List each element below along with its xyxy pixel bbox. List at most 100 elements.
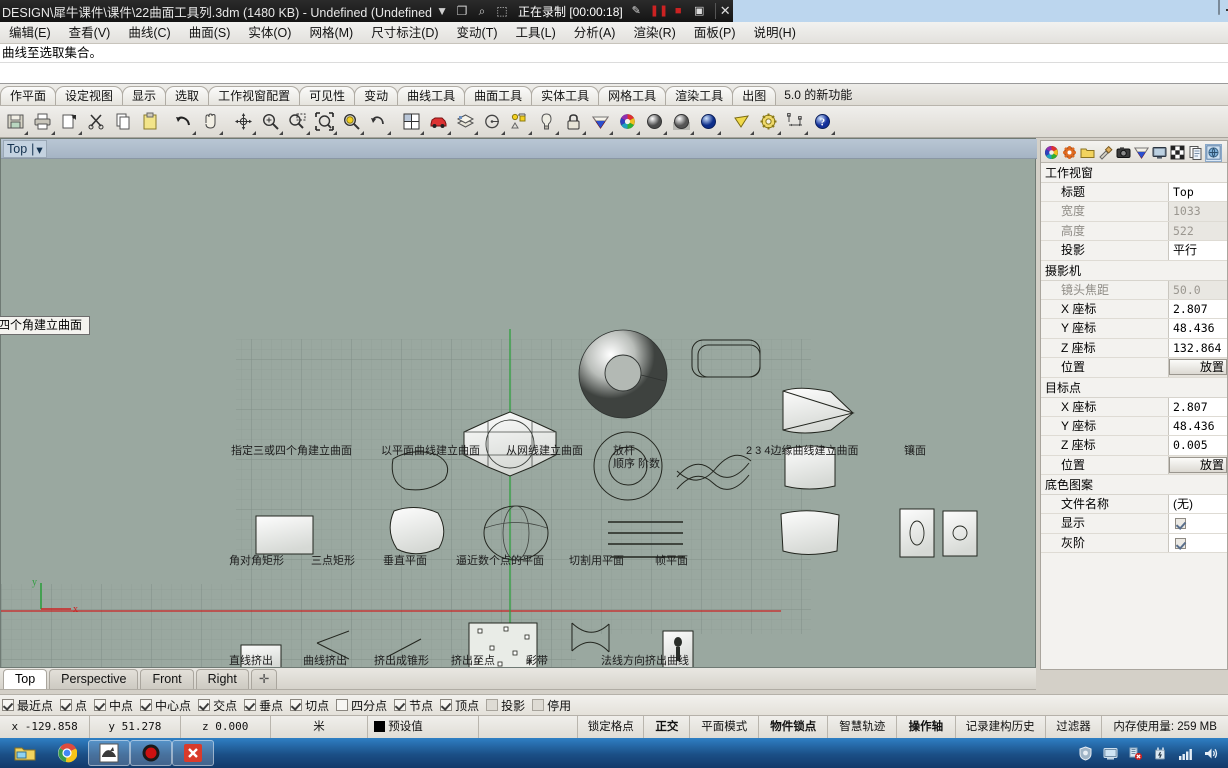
menu-item-render[interactable]: 渲染(R) — [624, 22, 684, 44]
osnap-perpendicular[interactable]: 垂点 — [244, 697, 283, 714]
viewport-layout-icon[interactable] — [398, 108, 425, 136]
property-value[interactable]: (无) — [1169, 495, 1227, 514]
display-brush-icon[interactable] — [1097, 144, 1114, 162]
osnap-quadrant[interactable]: 四分点 — [336, 697, 387, 714]
tab-mesh-tools[interactable]: 网格工具 — [598, 86, 667, 105]
color-wheel-icon[interactable] — [1043, 144, 1060, 162]
property-row[interactable]: X 座标 2.807 — [1041, 299, 1227, 320]
close-recorder-icon[interactable]: ✕ — [714, 3, 731, 19]
tab-select[interactable]: 选取 — [165, 86, 210, 105]
viewport-canvas[interactable]: y x 指定三或四个角建立曲面 以平面曲线建立曲面 从网线建立曲面 放杆 顺序 … — [1, 159, 1035, 667]
property-row[interactable]: Z 座标 132.864 — [1041, 338, 1227, 359]
rotate-view-icon[interactable] — [365, 108, 392, 136]
property-row[interactable]: 投影 平行 — [1041, 241, 1227, 261]
properties-icon[interactable] — [1061, 144, 1078, 162]
property-row[interactable]: 标题 Top — [1041, 183, 1227, 203]
tab-render-tools[interactable]: 渲染工具 — [665, 86, 734, 105]
chevron-down-icon[interactable]: ▼ — [432, 4, 452, 18]
property-value[interactable]: 0.005 — [1169, 436, 1227, 455]
status-filter[interactable]: 过滤器 — [1046, 716, 1103, 738]
tab-set-view[interactable]: 设定视图 — [55, 86, 124, 105]
menu-item-mesh[interactable]: 网格(M) — [300, 22, 362, 44]
osnap-tangent[interactable]: 切点 — [290, 697, 329, 714]
menu-item-curve[interactable]: 曲线(C) — [119, 22, 179, 44]
paste-icon[interactable] — [137, 108, 164, 136]
command-input[interactable] — [0, 63, 1228, 83]
tab-surface-tools[interactable]: 曲面工具 — [464, 86, 533, 105]
notes-icon[interactable] — [1187, 144, 1204, 162]
pan-hand-icon[interactable] — [197, 108, 224, 136]
explorer-taskbar-icon[interactable] — [4, 740, 46, 766]
property-value[interactable]: 132.864 — [1169, 338, 1227, 358]
property-row[interactable]: 显示 — [1041, 514, 1227, 534]
cone-icon[interactable] — [728, 108, 755, 136]
restore-window-icon[interactable]: ❐ — [452, 4, 472, 18]
chrome-taskbar-icon[interactable] — [46, 740, 88, 766]
status-smarttrack[interactable]: 智慧轨迹 — [828, 716, 898, 738]
close-app-taskbar-icon[interactable] — [172, 740, 214, 766]
power-tray-icon[interactable] — [1152, 745, 1168, 761]
osnap-knot[interactable]: 节点 — [394, 697, 433, 714]
cut-paste-icon[interactable] — [56, 108, 83, 136]
minimize-button[interactable] — [1218, 0, 1220, 15]
color-wheel-icon[interactable] — [614, 108, 641, 136]
layers-icon[interactable] — [452, 108, 479, 136]
status-planar[interactable]: 平面模式 — [690, 716, 760, 738]
render-preview-icon[interactable] — [668, 108, 695, 136]
menu-item-panels[interactable]: 面板(P) — [685, 22, 745, 44]
tab-layout[interactable]: 出图 — [732, 86, 777, 105]
viewport-tab-top[interactable]: Top — [3, 669, 48, 689]
property-row[interactable]: 灰阶 — [1041, 533, 1227, 554]
pause-recording-icon[interactable]: ❚❚ — [650, 4, 668, 18]
tab-viewport-layout[interactable]: 工作视窗配置 — [208, 86, 301, 105]
property-row[interactable]: Y 座标 48.436 — [1041, 416, 1227, 437]
print-icon[interactable] — [29, 108, 56, 136]
lock-icon[interactable] — [560, 108, 587, 136]
shade-sphere-icon[interactable] — [641, 108, 668, 136]
menu-item-help[interactable]: 说明(H) — [745, 22, 805, 44]
viewport-tab-right[interactable]: Right — [195, 669, 249, 689]
camera-icon[interactable] — [1115, 144, 1132, 162]
scissors-icon[interactable] — [83, 108, 110, 136]
tab-visibility[interactable]: 可见性 — [299, 86, 356, 105]
checker-icon[interactable] — [1169, 144, 1186, 162]
tab-whats-new[interactable]: 5.0 的新功能 — [775, 86, 861, 105]
help-icon[interactable]: ? — [809, 108, 836, 136]
property-value[interactable]: 2.807 — [1169, 397, 1227, 416]
property-row[interactable]: Y 座标 48.436 — [1041, 319, 1227, 339]
property-row[interactable]: Z 座标 0.005 — [1041, 436, 1227, 456]
volume-tray-icon[interactable] — [1202, 745, 1218, 761]
status-grid-snap[interactable]: 锁定格点 — [578, 716, 645, 738]
place-camera-button[interactable]: 放置 — [1169, 359, 1227, 376]
menu-item-view[interactable]: 查看(V) — [60, 22, 120, 44]
blue-sphere-icon[interactable] — [695, 108, 722, 136]
menu-item-surface[interactable]: 曲面(S) — [180, 22, 240, 44]
osnap-intersection[interactable]: 交点 — [198, 697, 237, 714]
status-ortho[interactable]: 正交 — [644, 716, 691, 738]
tab-display[interactable]: 显示 — [122, 86, 167, 105]
chevron-down-icon[interactable]: ▾ — [36, 142, 42, 157]
property-value[interactable]: 48.436 — [1169, 319, 1227, 338]
circle-analysis-icon[interactable] — [479, 108, 506, 136]
shield-tray-icon[interactable] — [1077, 745, 1093, 761]
viewport-title-button[interactable]: Top | ▾ — [3, 140, 47, 158]
tab-cplane[interactable]: 作平面 — [0, 86, 57, 105]
viewport-tab-add[interactable]: ✛ — [250, 669, 278, 689]
help-panel-icon[interactable] — [1205, 143, 1222, 162]
osnap-vertex[interactable]: 顶点 — [440, 697, 479, 714]
property-value[interactable]: Top — [1169, 183, 1227, 202]
tab-transform[interactable]: 变动 — [354, 86, 399, 105]
property-value[interactable]: 48.436 — [1169, 416, 1227, 436]
osnap-nearest[interactable]: 最近点 — [2, 697, 53, 714]
zoom-window-icon[interactable] — [284, 108, 311, 136]
viewport-tab-front[interactable]: Front — [140, 669, 194, 689]
show-backdrop-checkbox[interactable] — [1175, 518, 1186, 530]
osnap-center[interactable]: 中心点 — [140, 697, 191, 714]
property-row[interactable]: 位置 放置 — [1041, 455, 1227, 476]
menu-item-edit[interactable]: 编辑(E) — [0, 22, 60, 44]
status-osnap[interactable]: 物件锁点 — [759, 716, 829, 738]
osnap-disable[interactable]: 停用 — [532, 697, 571, 714]
property-row[interactable]: 位置 放置 — [1041, 358, 1227, 378]
layers-folder-icon[interactable] — [1079, 144, 1096, 162]
osnap-point[interactable]: 点 — [60, 697, 87, 714]
